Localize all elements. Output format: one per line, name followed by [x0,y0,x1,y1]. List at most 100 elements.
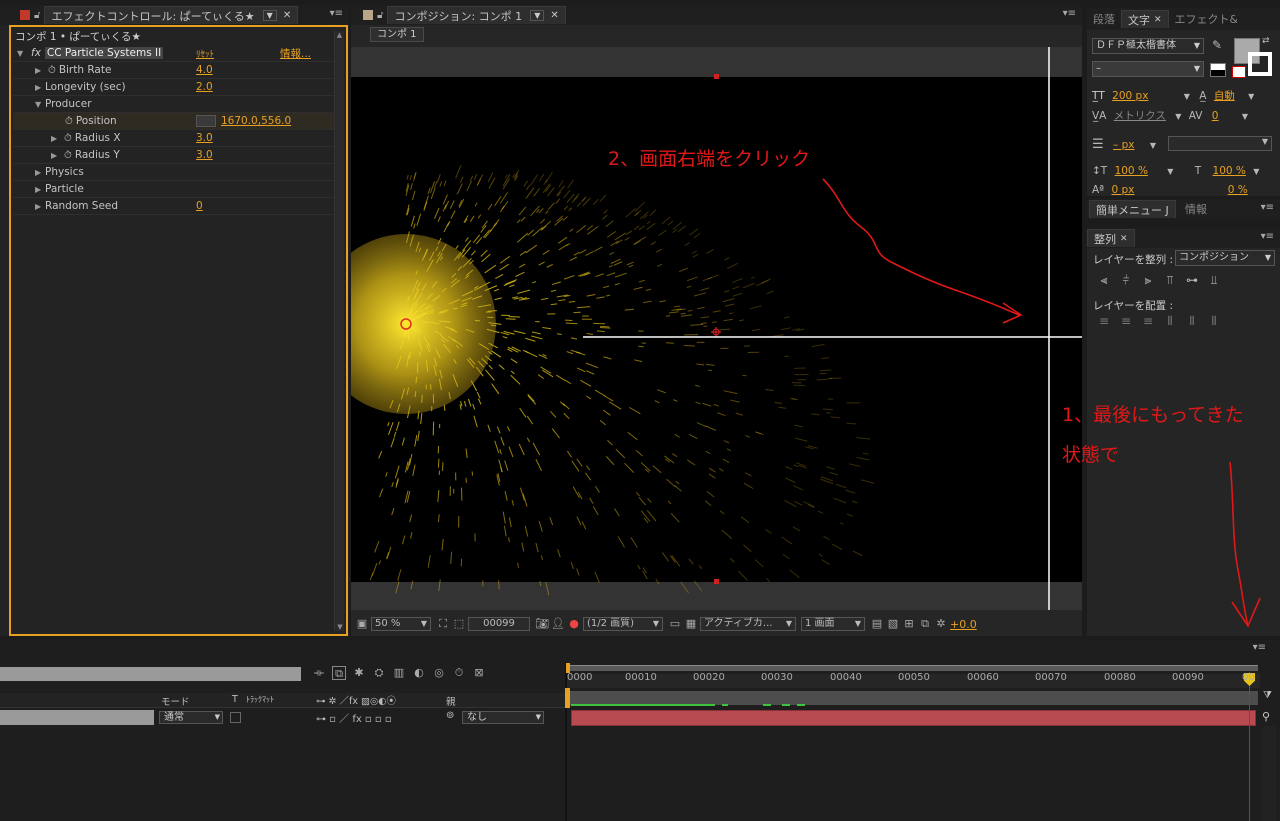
align-bottom-icon[interactable]: ⫫ [1203,273,1225,288]
distribute-hcenter-icon[interactable]: ⦀ [1181,314,1203,329]
distribute-right-icon[interactable]: ⦀ [1203,314,1225,329]
stroke-style-select[interactable]: ▼ [1168,136,1272,151]
chevron-down-icon[interactable]: ▼ [1150,141,1156,150]
show-snapshot-icon[interactable]: 👤︎ [551,617,565,631]
leading-value[interactable]: 自動 [1214,90,1235,102]
transparency-grid-icon[interactable]: ▦ [684,617,698,631]
exposure-value[interactable]: +0.0 [950,618,977,631]
current-time-indicator[interactable] [1249,672,1250,821]
tab-easy-menu[interactable]: 簡単メニュー J [1089,200,1176,218]
fx-icon[interactable]: fx [31,47,41,59]
channel-icon[interactable]: ● [567,617,581,631]
timeline-search-field[interactable] [0,667,301,681]
collapse-triangle-icon[interactable]: ▶ [35,168,45,177]
chevron-down-icon[interactable]: ▼ [1184,92,1190,101]
property-value[interactable]: 4.0 [196,64,213,76]
property-value[interactable]: 3.0 [196,132,213,144]
exposure-icon[interactable]: ✲ [934,617,948,631]
views-select[interactable]: 1 画面 ▼ [801,617,865,631]
column-parent[interactable]: 親 [446,694,456,708]
graph-editor-icon[interactable]: ◎ [432,666,446,680]
duration-bar[interactable] [569,691,1258,705]
scroll-up-icon[interactable]: ▲ [335,31,344,39]
panel-menu-icon[interactable]: ▾≡ [330,8,343,19]
render-toggle-icon[interactable]: ▧ [886,617,900,631]
align-top-icon[interactable]: ⫪ [1159,273,1181,288]
frame-handle-bottom[interactable] [714,579,719,584]
property-row-position[interactable]: ⏱ Position 1670.0,556.0 [13,113,343,130]
snapshot-icon[interactable]: 📷︎ [535,617,549,631]
collapse-triangle-icon[interactable]: ▶ [35,202,45,211]
frame-handle-top[interactable] [714,74,719,79]
column-mode[interactable]: モード [161,694,190,708]
render-queue-icon[interactable]: ⊠ [472,666,486,680]
stopwatch-icon[interactable]: ⏱ [64,133,72,144]
info-link[interactable]: 情報... [280,46,311,61]
chevron-down-icon[interactable]: ▼ [1175,112,1181,121]
property-value[interactable]: 2.0 [196,81,213,93]
expand-triangle-icon[interactable]: ▼ [35,100,45,109]
property-group-physics[interactable]: ▶ Physics [13,164,343,181]
stroke-width-value[interactable]: – px [1113,139,1134,151]
collapse-triangle-icon[interactable]: ▶ [51,151,61,160]
stroke-color-swatch[interactable] [1248,52,1272,76]
collapse-triangle-icon[interactable]: ▶ [35,185,45,194]
hide-shy-icon[interactable]: ⛭ [372,666,386,680]
panel-menu-icon[interactable]: ▾≡ [1253,642,1266,653]
font-select[interactable]: ＤＦＰ極太楷書体 ▼ [1092,38,1204,54]
zoom-select[interactable]: 50 % ▼ [371,617,431,631]
zoom-icon[interactable]: ⚲ [1262,710,1270,723]
timecode-field[interactable]: 00099 [468,617,530,631]
lock-icon[interactable]: 🔓︎ [34,10,40,21]
panel-menu-icon[interactable]: ▾≡ [1261,202,1274,213]
vertical-scale-value[interactable]: 100 % [1115,165,1148,177]
distribute-left-icon[interactable]: ⦀ [1159,314,1181,329]
property-row[interactable]: ▶ Longevity (sec) 2.0 [13,79,343,96]
close-icon[interactable]: ✕ [550,10,558,21]
black-white-swatch[interactable] [1210,63,1226,77]
distribute-vcenter-icon[interactable]: ≡ [1115,314,1137,328]
reset-link[interactable]: ﾘｾｯﾄ [196,47,214,60]
chevron-down-icon[interactable]: ▼ [1248,92,1254,101]
fit-frame-icon[interactable]: ⛶ [436,617,450,631]
layer-row[interactable]: 通常 ▼ ⊶ ▫ ／ fx ▫ ▫ ▫ ⊚ なし ▼ [0,710,565,726]
align-right-icon[interactable]: ⫸ [1137,273,1159,288]
dropdown-icon[interactable]: ▼ [530,10,545,21]
resolution-select[interactable]: (1/2 画質) ▼ [583,617,663,631]
comp-canvas[interactable] [351,47,1082,610]
crosshair-icon[interactable] [196,115,216,127]
brainstorm-icon[interactable]: ⏱ [452,666,466,680]
baseline-value[interactable]: 0 px [1111,184,1134,196]
no-fill-swatch[interactable] [1232,66,1246,78]
tab-info[interactable]: 情報 [1179,200,1213,218]
comp-button-icon[interactable]: ⧩ [1263,690,1275,704]
align-to-select[interactable]: コンポジション ▼ [1175,250,1275,266]
preserve-transparency-checkbox[interactable] [230,712,241,723]
property-value[interactable]: 3.0 [196,149,213,161]
chevron-down-icon[interactable]: ▼ [1242,112,1248,121]
layer-name-field[interactable] [0,710,154,725]
property-value[interactable]: 1670.0,556.0 [221,115,291,127]
tab-effects[interactable]: エフェクト& [1169,10,1237,28]
property-row[interactable]: ▶ ⏱ Birth Rate 4.0 [13,62,343,79]
layer-mode-select[interactable]: 通常 ▼ [159,711,223,724]
dropdown-icon[interactable]: ▼ [262,10,277,21]
property-row[interactable]: ▶ Random Seed 0 [13,198,343,215]
camera-select[interactable]: アクティブカ... ▼ [700,617,796,631]
tab-align[interactable]: 整列 ✕ [1087,229,1135,247]
property-group-particle[interactable]: ▶ Particle [13,181,343,198]
expand-triangle-icon[interactable]: ▼ [17,49,27,58]
tab-character[interactable]: 文字 ✕ [1121,10,1169,28]
layer-switches-icon[interactable]: ⊶ ▫ ／ fx ▫ ▫ ▫ [316,710,392,725]
work-area-end-icon[interactable] [565,688,570,708]
collapse-triangle-icon[interactable]: ▶ [35,66,45,75]
swap-colors-icon[interactable]: ⇄ [1262,36,1270,46]
close-icon[interactable]: ✕ [283,10,291,21]
toggle-pixel-aspect-icon[interactable]: ▤ [870,617,884,631]
pickwhip-icon[interactable]: ⊚ [446,710,454,721]
parent-select[interactable]: なし ▼ [462,711,544,724]
tab-paragraph[interactable]: 段落 [1087,10,1121,28]
lock-icon[interactable]: 🔓︎ [377,10,383,21]
effect-name[interactable]: CC Particle Systems II [44,47,164,59]
panel-menu-icon[interactable]: ▾≡ [1063,8,1076,19]
